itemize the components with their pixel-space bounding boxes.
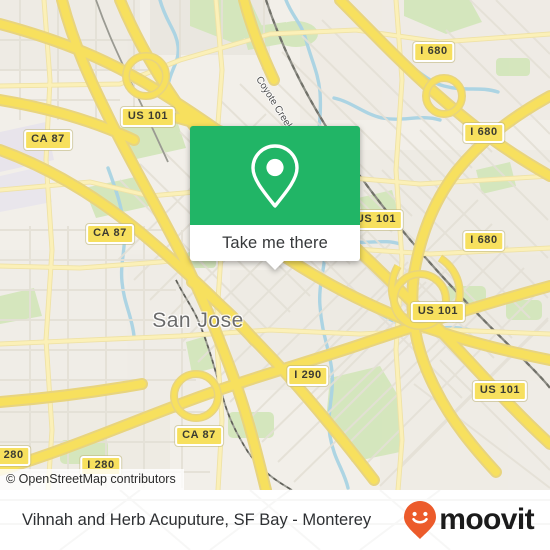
city-label: San Jose (152, 309, 244, 332)
moovit-wordmark: moovit (439, 503, 534, 536)
map-attribution[interactable]: © OpenStreetMap contributors (0, 469, 184, 490)
road-shield: CA 87 (24, 130, 72, 150)
road-shield: I 680 (463, 231, 505, 251)
road-shield: I 280 (0, 446, 31, 466)
road-shield: I 680 (413, 42, 455, 62)
popup-icon-area (190, 126, 360, 225)
take-me-there-button[interactable]: Take me there (190, 225, 360, 261)
road-shield: US 101 (472, 381, 528, 401)
road-shield: I 290 (287, 366, 329, 386)
road-shield: CA 87 (86, 224, 134, 244)
moovit-brand[interactable]: moovit (403, 490, 535, 550)
moovit-smiley-pin-icon (404, 501, 437, 539)
road-shield: US 101 (120, 107, 176, 127)
road-shield: US 101 (410, 302, 466, 322)
place-title: Vihnah and Herb Acuputure, SF Bay - Mont… (22, 510, 372, 529)
footer-bar: Vihnah and Herb Acuputure, SF Bay - Mont… (0, 490, 550, 550)
take-me-there-label: Take me there (222, 233, 328, 252)
road-shield: I 680 (463, 123, 505, 143)
road-shield: CA 87 (175, 426, 223, 446)
location-pin-icon (251, 143, 299, 208)
popup-pointer-tail (266, 261, 284, 270)
map-screen: I 680 US 101 I 680 CA 87 CA 87 I 680 US 101 US … (0, 0, 550, 550)
location-popup-card[interactable]: Take me there (190, 126, 360, 270)
